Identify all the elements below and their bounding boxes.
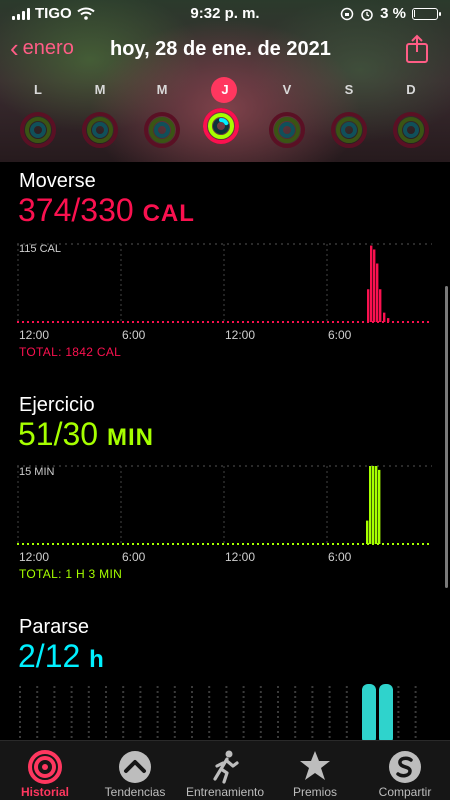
exercise-tick-4: 6:00	[328, 550, 352, 564]
day-ring-3[interactable]	[200, 105, 242, 147]
exercise-tick-2: 6:00	[122, 550, 146, 564]
tab-label-historial: Historial	[20, 785, 69, 799]
move-bar-1	[370, 245, 373, 322]
stand-unit: h	[89, 646, 105, 673]
day-ring-5[interactable]	[328, 109, 370, 151]
move-bar-3	[376, 263, 379, 322]
exercise-unit: MIN	[106, 424, 154, 451]
page-title: hoy, 28 de ene. de 2021	[110, 38, 331, 60]
move-tick-1: 12:00	[19, 328, 50, 342]
exercise-chart	[17, 462, 432, 548]
tab-label-tendencias: Tendencias	[104, 785, 166, 799]
battery-fill	[414, 9, 415, 17]
tab-bar: Historial Tendencias Entrenamiento Premi…	[0, 740, 450, 800]
tab-premios[interactable]: Premios	[270, 741, 360, 800]
stand-value: 2/12 h	[18, 638, 105, 675]
day-ring-2[interactable]	[141, 109, 183, 151]
tab-entrenamiento[interactable]: Entrenamiento	[180, 741, 270, 800]
stand-section: Pararse 2/12 h	[0, 616, 450, 740]
exercise-bar-3	[375, 466, 378, 544]
stand-title: Pararse	[19, 616, 90, 638]
move-total: TOTAL: 1842 CAL	[19, 345, 122, 359]
alarm-icon	[361, 8, 373, 21]
trends-chevron-icon	[119, 751, 151, 783]
move-tick-3: 12:00	[225, 328, 256, 342]
exercise-bar-2	[372, 466, 375, 544]
day-label-5: S	[344, 82, 354, 97]
day-ring-4[interactable]	[266, 109, 308, 151]
tab-label-entrenamiento: Entrenamiento	[185, 785, 265, 799]
history-rings-icon	[28, 750, 62, 784]
stand-bar-1	[379, 684, 393, 740]
exercise-total: TOTAL: 1 H 3 MIN	[19, 567, 123, 581]
day-label-0: L	[34, 82, 42, 97]
move-bar-4	[379, 289, 382, 322]
day-ring-1[interactable]	[79, 109, 121, 151]
orientation-lock-icon	[340, 7, 354, 20]
exercise-tick-3: 12:00	[225, 550, 256, 564]
move-bar-0	[367, 289, 370, 322]
running-figure-icon	[213, 750, 239, 784]
exercise-value: 51/30 MIN	[18, 416, 154, 453]
move-value-number: 374/330	[18, 192, 134, 228]
stand-chart	[17, 684, 432, 740]
move-bar-5	[383, 312, 386, 322]
move-title: Moverse	[19, 170, 96, 192]
tab-historial[interactable]: Historial	[0, 741, 90, 800]
tab-label-premios: Premios	[292, 785, 337, 799]
chevron-left-icon: ‹	[10, 33, 19, 63]
day-label-6: D	[406, 82, 416, 97]
exercise-bar-4	[378, 469, 381, 544]
share-icon[interactable]	[404, 34, 430, 64]
exercise-tick-1: 12:00	[19, 550, 50, 564]
move-section: Moverse 374/330 CAL 115 CAL 12:00 6:00 1…	[0, 170, 450, 365]
move-unit: CAL	[142, 200, 195, 227]
header: TIGO 9:32 p. m. 3 % ‹ enero hoy, 28 de e…	[0, 0, 450, 162]
exercise-value-number: 51/30	[18, 416, 99, 452]
tab-compartir[interactable]: Compartir	[360, 741, 450, 800]
back-button[interactable]: ‹ enero	[10, 33, 74, 63]
nav-bar: ‹ enero hoy, 28 de ene. de 2021	[0, 33, 450, 66]
stand-value-number: 2/12	[18, 638, 81, 674]
move-bar-6	[387, 318, 390, 322]
exercise-bar-1	[369, 466, 372, 544]
status-bar: TIGO 9:32 p. m. 3 %	[0, 0, 450, 26]
tab-tendencias[interactable]: Tendencias	[90, 741, 180, 800]
award-star-icon	[300, 751, 330, 780]
scrollbar[interactable]	[445, 286, 448, 588]
exercise-section: Ejercicio 51/30 MIN 15 MIN 12:00 6:00 12…	[0, 394, 450, 589]
stand-bar-0	[362, 684, 376, 740]
battery-percent: 3 %	[380, 5, 406, 22]
back-label: enero	[22, 36, 74, 59]
day-ring-6[interactable]	[390, 109, 432, 151]
move-tick-2: 6:00	[122, 328, 146, 342]
day-label-2: M	[156, 82, 168, 97]
battery-icon	[412, 7, 441, 20]
week-strip: LMMJVSD	[0, 77, 450, 152]
day-ring-0[interactable]	[17, 109, 59, 151]
move-value: 374/330 CAL	[18, 192, 195, 229]
tab-label-compartir: Compartir	[378, 785, 432, 799]
day-label-1: M	[94, 82, 106, 97]
exercise-title: Ejercicio	[19, 394, 95, 416]
day-label-4: V	[282, 82, 292, 97]
share-s-icon	[389, 751, 421, 783]
day-label-3: J	[221, 82, 229, 97]
move-tick-4: 6:00	[328, 328, 352, 342]
status-right: 3 %	[340, 5, 441, 22]
move-chart	[17, 240, 432, 325]
move-bar-2	[373, 249, 376, 322]
exercise-bar-0	[366, 520, 369, 544]
